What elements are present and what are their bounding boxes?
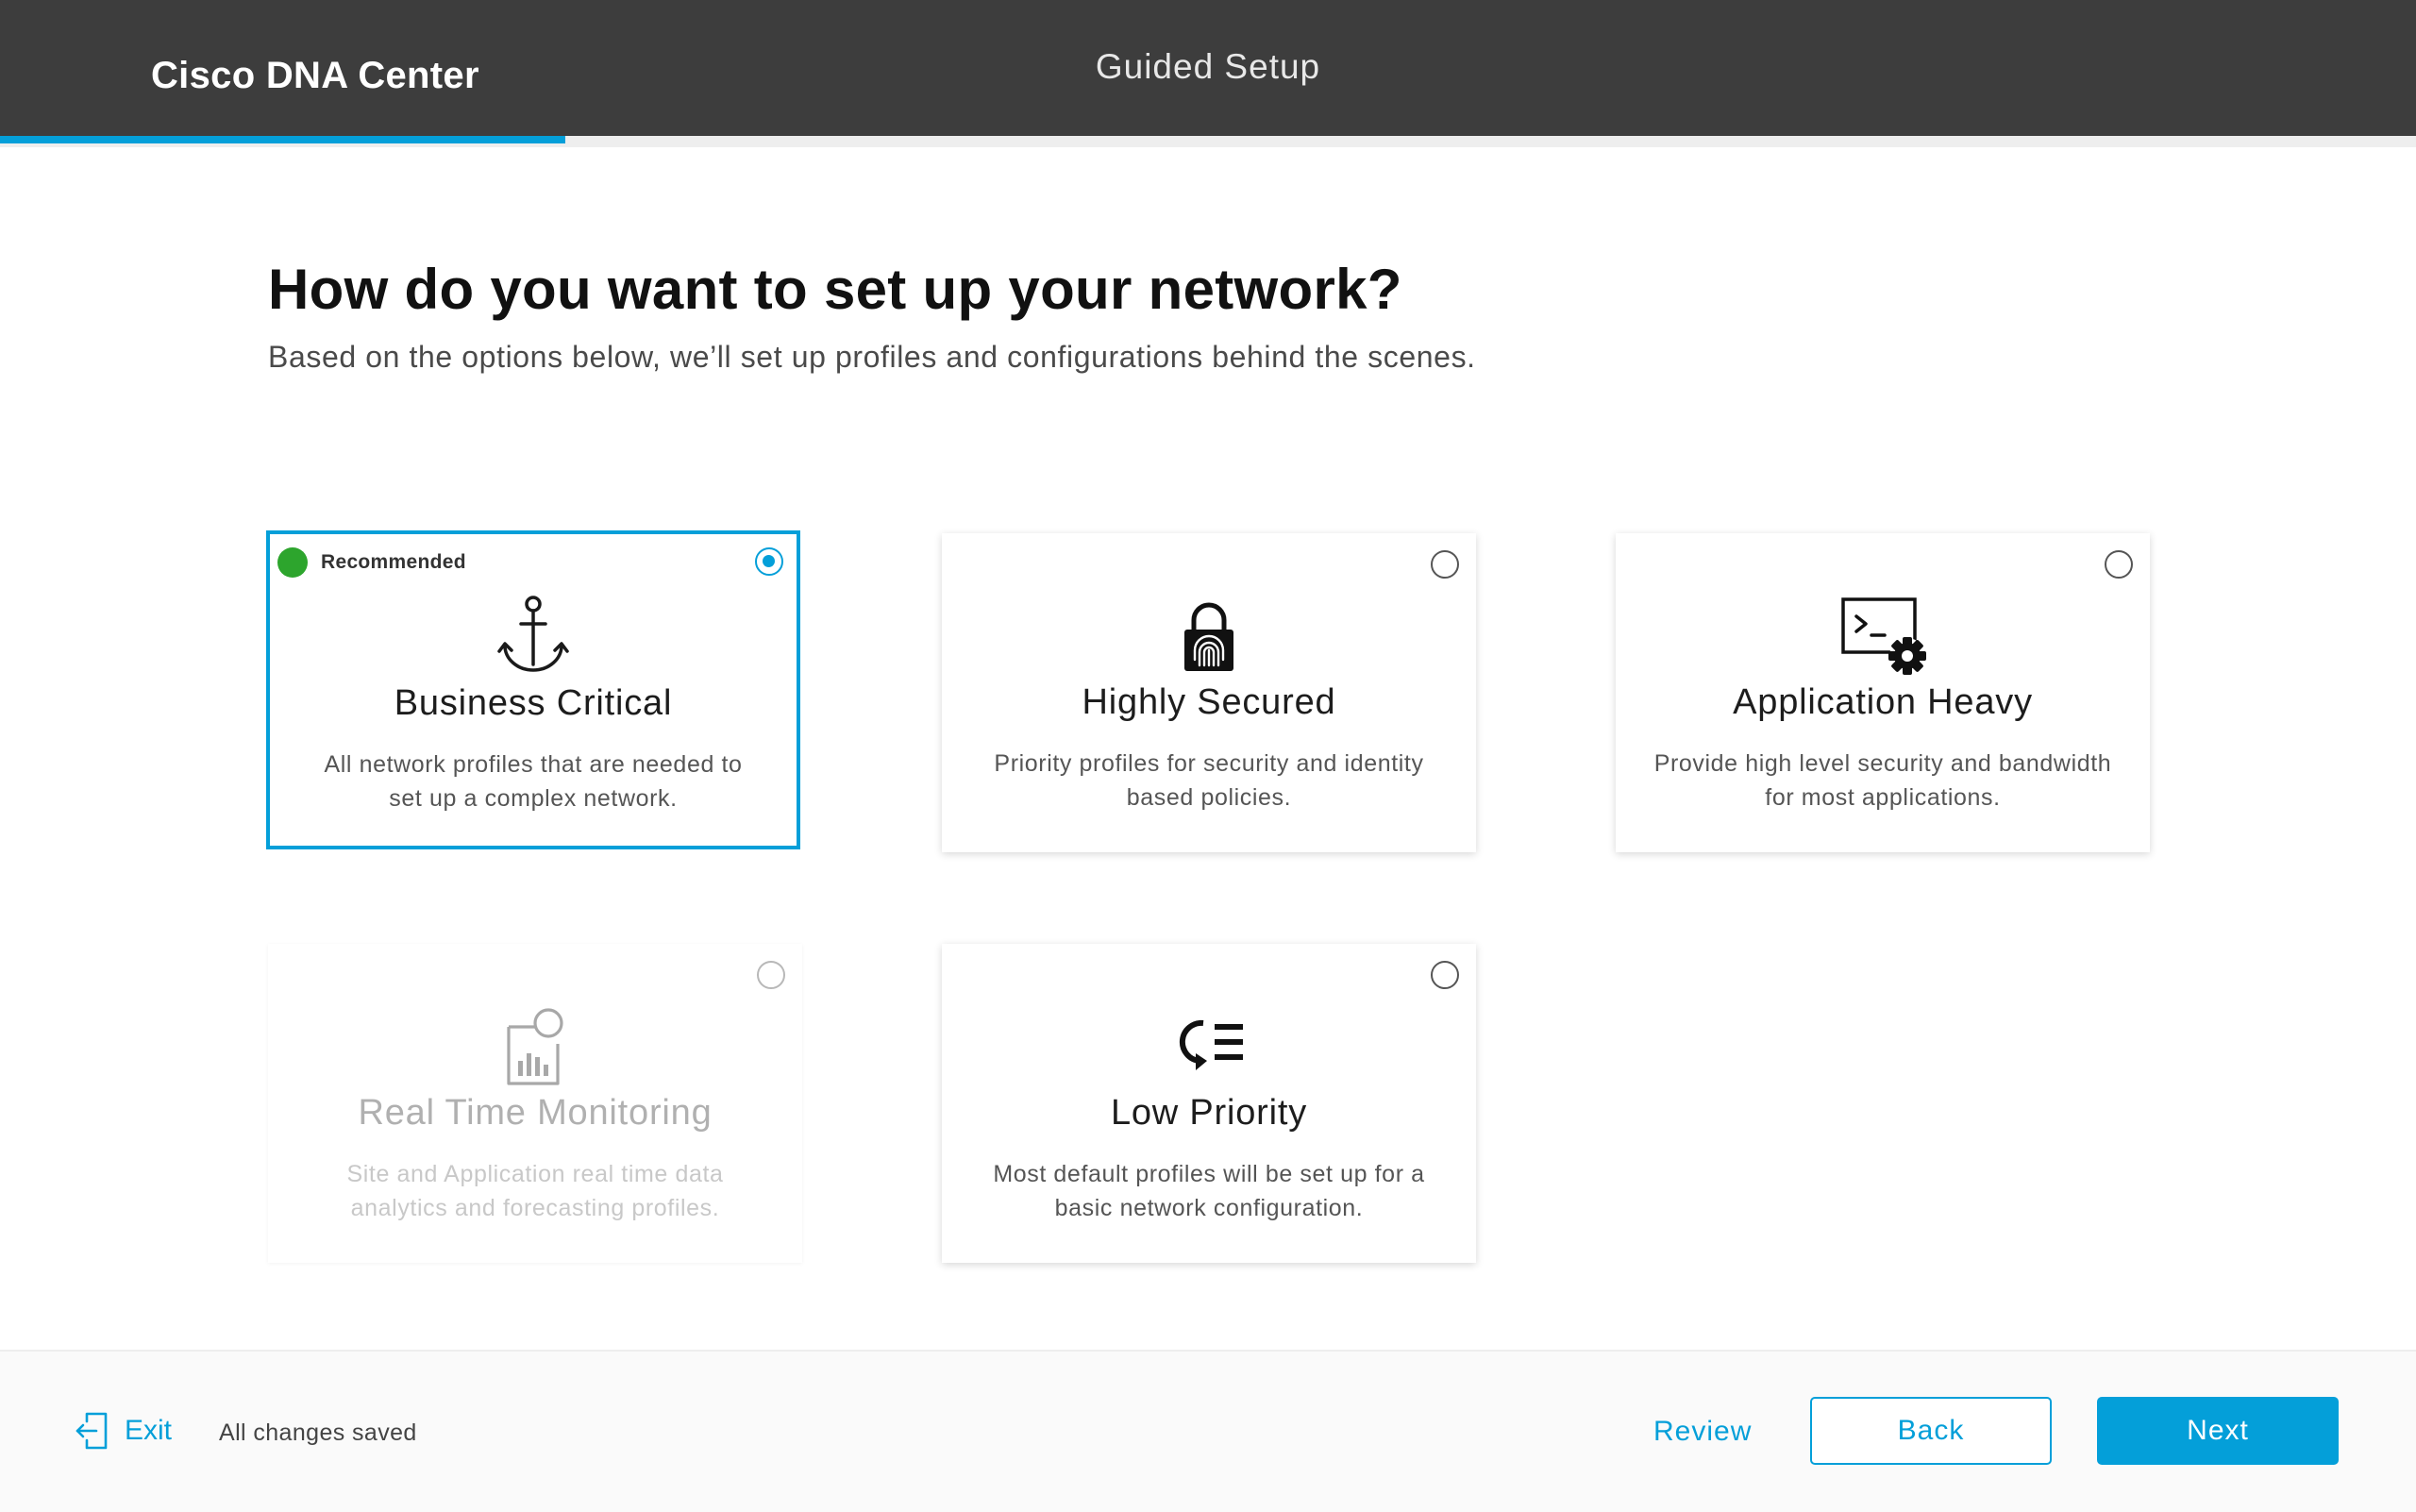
option-description: Priority profiles for security and ident… [994, 750, 1424, 811]
exit-label: Exit [125, 1415, 173, 1446]
exit-icon [76, 1412, 108, 1450]
option-title: Low Priority [1110, 1093, 1308, 1133]
exit-button[interactable]: Exit [74, 1410, 172, 1452]
option-card-real-time-monitoring: Real Time Monitoring Site and Applicatio… [268, 944, 802, 1263]
option-radio-highly-secured[interactable] [1431, 550, 1459, 579]
option-title: Highly Secured [1082, 682, 1336, 722]
back-button[interactable]: Back [1810, 1397, 2052, 1465]
analytics-report-icon [488, 999, 582, 1093]
next-button[interactable]: Next [2097, 1397, 2339, 1465]
top-bar: Cisco DNA Center Guided Setup [0, 0, 2416, 136]
option-card-low-priority[interactable]: Low Priority Most default profiles will … [942, 944, 1476, 1263]
option-radio-business-critical[interactable] [755, 547, 783, 576]
wizard-title: Guided Setup [1095, 47, 1321, 86]
option-card-application-heavy[interactable]: Application Heavy Provide high level sec… [1616, 533, 2150, 852]
option-title: Application Heavy [1733, 682, 2033, 722]
option-title: Real Time Monitoring [358, 1093, 713, 1133]
page-title: How do you want to set up your network? [268, 258, 1402, 321]
recommended-dot-icon [277, 547, 308, 578]
option-description: Provide high level security and bandwidt… [1653, 750, 2112, 811]
option-radio-application-heavy[interactable] [2105, 550, 2133, 579]
option-description: All network profiles that are needed to … [324, 751, 743, 812]
option-card-business-critical[interactable]: Recommended Business Critical All networ… [266, 530, 800, 849]
option-radio-real-time-monitoring [757, 961, 785, 989]
option-description: Site and Application real time data anal… [346, 1161, 724, 1221]
option-radio-low-priority[interactable] [1431, 961, 1459, 989]
option-description: Most default profiles will be set up for… [993, 1161, 1425, 1221]
anchor-icon [486, 589, 580, 683]
save-status: All changes saved [219, 1420, 417, 1446]
recommended-badge: Recommended [277, 547, 466, 578]
wizard-progress-fill [0, 136, 566, 143]
fingerprint-lock-icon [1162, 588, 1256, 682]
page-subtitle: Based on the options below, we’ll set up… [268, 340, 1476, 374]
wizard-progress-bar [0, 136, 2416, 147]
footer-bar: Exit All changes saved Review Back Next [0, 1350, 2416, 1512]
recommended-label: Recommended [321, 551, 466, 573]
option-card-highly-secured[interactable]: Highly Secured Priority profiles for sec… [942, 533, 1476, 852]
terminal-gear-icon [1836, 588, 1930, 682]
option-title: Business Critical [394, 683, 673, 723]
low-priority-list-icon [1162, 999, 1256, 1093]
review-link[interactable]: Review [1653, 1416, 1752, 1448]
